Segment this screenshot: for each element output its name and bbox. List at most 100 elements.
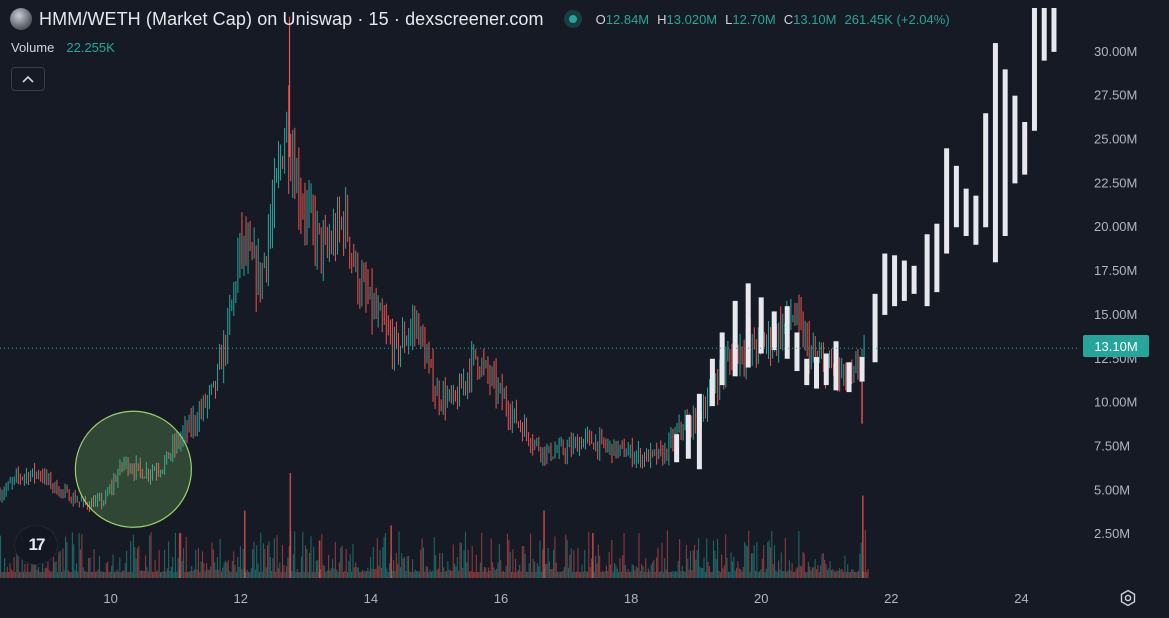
volume-bar bbox=[531, 571, 533, 578]
collapse-legend-button[interactable] bbox=[11, 67, 45, 91]
volume-bar bbox=[536, 563, 538, 578]
volume-bar bbox=[795, 568, 797, 578]
token-avatar-icon[interactable] bbox=[10, 8, 32, 30]
volume-bar bbox=[105, 563, 107, 578]
volume-bar bbox=[764, 571, 766, 578]
volume-bar bbox=[234, 564, 236, 578]
volume-bar bbox=[581, 564, 583, 578]
volume-bar bbox=[843, 571, 845, 578]
volume-bar bbox=[241, 569, 243, 578]
volume-bar bbox=[252, 549, 254, 578]
volume-bar bbox=[281, 544, 284, 578]
volume-bar bbox=[154, 560, 156, 578]
volume-bar bbox=[304, 545, 307, 578]
volume-bar bbox=[601, 570, 603, 578]
sparse-bar bbox=[1051, 8, 1057, 52]
volume-bar bbox=[609, 564, 612, 578]
volume-bar bbox=[271, 570, 273, 578]
x-tick-label: 12 bbox=[233, 591, 247, 606]
volume-bar bbox=[325, 571, 327, 578]
y-tick-label: 10.00M bbox=[1094, 395, 1137, 410]
volume-bar bbox=[440, 571, 442, 578]
volume-bar bbox=[283, 565, 285, 578]
volume-bar bbox=[699, 566, 701, 578]
volume-bar bbox=[169, 570, 171, 578]
volume-bar bbox=[206, 563, 208, 578]
volume-bar bbox=[615, 565, 617, 578]
volume-bar bbox=[448, 569, 450, 578]
volume-bar bbox=[550, 569, 552, 578]
volume-bar bbox=[817, 565, 819, 578]
volume-bar bbox=[253, 541, 255, 578]
volume-bar bbox=[462, 567, 464, 578]
volume-bar bbox=[48, 570, 50, 578]
volume-bar bbox=[359, 572, 361, 578]
sparse-bar bbox=[953, 165, 959, 228]
volume-bar bbox=[783, 570, 785, 578]
volume-bar bbox=[417, 570, 419, 578]
chart-title[interactable]: HMM/WETH (Market Cap) on Uniswap · 15 · … bbox=[39, 9, 544, 30]
volume-bar bbox=[279, 562, 281, 578]
volume-bar bbox=[444, 571, 446, 578]
volume-bar bbox=[450, 570, 452, 578]
volume-bar bbox=[4, 558, 6, 578]
volume-bar bbox=[605, 565, 607, 578]
volume-bar bbox=[445, 570, 448, 578]
volume-bar bbox=[680, 571, 682, 578]
volume-bar bbox=[651, 562, 654, 578]
volume-bar bbox=[620, 571, 622, 578]
volume-bar bbox=[778, 560, 780, 578]
volume-bar bbox=[208, 569, 210, 578]
volume-bar bbox=[13, 557, 15, 578]
volume-bar bbox=[584, 550, 586, 578]
tradingview-logo-icon[interactable]: 17 bbox=[15, 526, 57, 564]
volume-bar bbox=[815, 569, 818, 578]
volume-bar bbox=[684, 571, 686, 578]
volume-bar bbox=[264, 548, 266, 578]
volume-bar bbox=[6, 566, 8, 578]
volume-bar bbox=[116, 569, 118, 578]
volume-bar bbox=[409, 571, 411, 578]
volume-bar bbox=[837, 571, 839, 578]
volume-spike bbox=[178, 533, 181, 578]
volume-bar bbox=[544, 563, 546, 578]
volume-bar bbox=[336, 569, 338, 578]
volume-bar bbox=[111, 565, 113, 578]
volume-bar bbox=[619, 558, 621, 578]
close-value: 13.10M bbox=[793, 11, 837, 27]
close-label: C bbox=[783, 11, 794, 27]
sparse-bar bbox=[758, 297, 764, 354]
volume-bar bbox=[348, 560, 350, 578]
volume-bar bbox=[120, 571, 122, 578]
volume-bar bbox=[292, 554, 294, 578]
volume-bar bbox=[277, 568, 279, 578]
volume-bar bbox=[672, 570, 674, 578]
x-axis[interactable]: 10 12 14 16 18 20 22 24 bbox=[103, 591, 1028, 606]
volume-bar bbox=[98, 556, 101, 578]
volume-bar bbox=[195, 549, 197, 578]
volume-bar bbox=[740, 569, 742, 578]
sparse-bar bbox=[882, 253, 888, 315]
x-tick-label: 14 bbox=[364, 591, 378, 606]
volume-bar bbox=[788, 560, 790, 578]
volume-bar bbox=[10, 569, 12, 578]
y-tick-label: 22.50M bbox=[1094, 175, 1137, 190]
price-chart[interactable]: 2.50M5.00M7.50M10.00M12.50M15.00M17.50M2… bbox=[0, 0, 1169, 618]
volume-bar bbox=[840, 569, 842, 578]
volume-bar bbox=[719, 571, 721, 578]
volume-bar bbox=[638, 533, 640, 578]
y-axis[interactable]: 2.50M5.00M7.50M10.00M12.50M15.00M17.50M2… bbox=[1094, 44, 1137, 541]
sparse-bar bbox=[872, 293, 878, 363]
volume-bar bbox=[780, 552, 782, 578]
volume-bar bbox=[402, 558, 404, 578]
volume-bar bbox=[715, 559, 717, 578]
volume-bar bbox=[397, 563, 399, 578]
volume-bar bbox=[451, 570, 453, 578]
sparse-bar bbox=[719, 332, 725, 386]
volume-bar bbox=[93, 549, 95, 578]
sparse-bar bbox=[794, 332, 800, 372]
volume-bar bbox=[464, 531, 467, 578]
volume-bar bbox=[56, 571, 59, 578]
settings-gear-icon[interactable] bbox=[1117, 587, 1139, 609]
volume-bar bbox=[82, 567, 84, 578]
